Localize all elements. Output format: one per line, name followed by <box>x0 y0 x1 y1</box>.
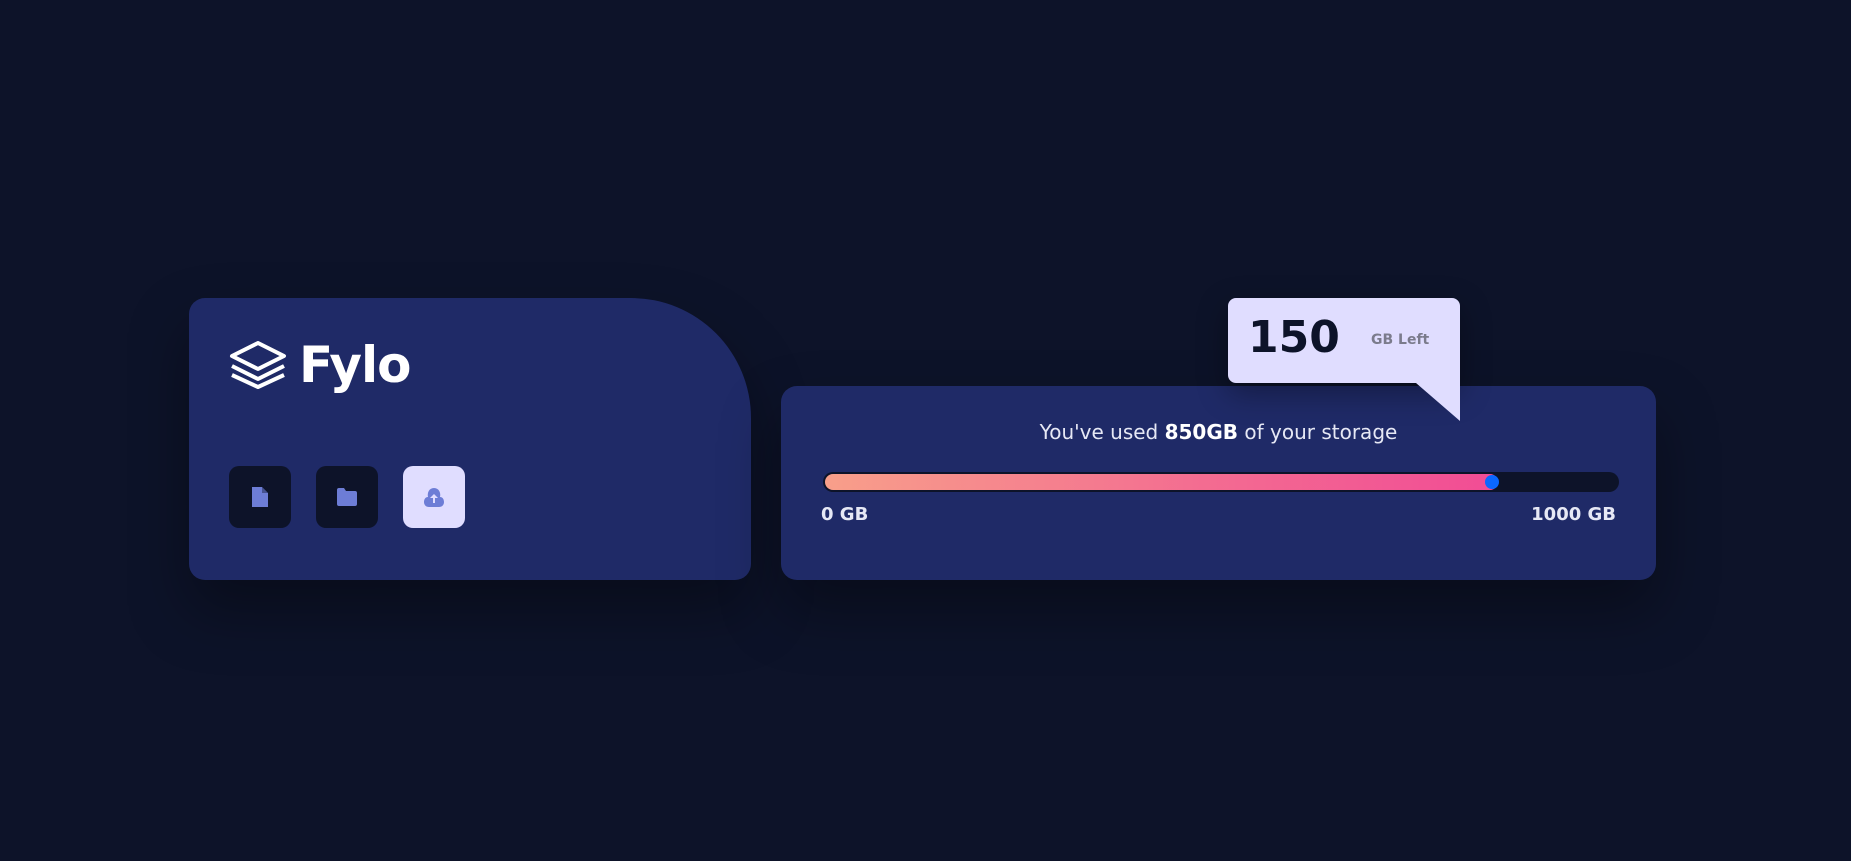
brand-card: Fylo <box>189 298 751 580</box>
tooltip-tail <box>1416 383 1460 421</box>
storage-usage-text: You've used 850GB of your storage <box>781 420 1656 444</box>
cloud-upload-icon <box>424 488 444 507</box>
range-min-label: 0 GB <box>821 504 869 525</box>
remaining-unit: GB Left <box>1371 332 1430 348</box>
document-icon <box>252 487 268 507</box>
usage-suffix: of your storage <box>1238 420 1398 444</box>
storage-card: You've used 850GB of your storage 0 GB 1… <box>781 386 1656 580</box>
storage-progress-knob <box>1485 475 1499 489</box>
range-max-label: 1000 GB <box>1531 504 1616 525</box>
usage-amount: 850GB <box>1164 420 1239 444</box>
action-row <box>229 466 465 528</box>
remaining-value: 150 <box>1248 312 1340 363</box>
usage-prefix: You've used <box>1039 420 1165 444</box>
storage-progress-bar <box>823 472 1619 492</box>
upload-folder-button[interactable] <box>316 466 378 528</box>
logo: Fylo <box>229 336 412 394</box>
upload-cloud-button[interactable] <box>403 466 465 528</box>
brand-name: Fylo <box>299 336 412 394</box>
storage-progress-fill <box>825 474 1498 490</box>
page: Fylo You've used 850GB of your storage 0… <box>0 0 1851 861</box>
layers-icon <box>230 341 286 389</box>
folder-icon <box>337 488 357 506</box>
upload-document-button[interactable] <box>229 466 291 528</box>
remaining-storage-tooltip: 150 GB Left <box>1228 298 1460 421</box>
